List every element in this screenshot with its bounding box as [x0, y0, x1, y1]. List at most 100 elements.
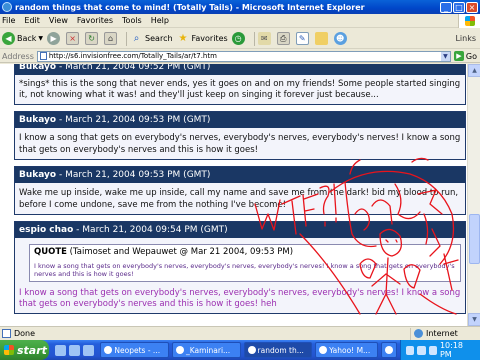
back-button[interactable]: ◀ Back ▼: [2, 32, 43, 45]
menu-view[interactable]: View: [49, 16, 68, 25]
go-label: Go: [465, 51, 477, 61]
security-zone: Internet: [410, 327, 480, 340]
refresh-icon: ↻: [85, 32, 99, 45]
edit-icon: ✎: [295, 32, 309, 45]
search-button[interactable]: ⌕ Search: [130, 32, 173, 45]
quicklaunch-ie-icon[interactable]: [55, 344, 67, 356]
menu-tools[interactable]: Tools: [122, 16, 142, 25]
post-author[interactable]: Bukayo: [19, 64, 56, 72]
clock[interactable]: 10:18 PM: [440, 341, 475, 359]
toolbar: ◀ Back ▼ ▶ × ↻ ⌂ ⌕ Search ★ Favorites ◷ …: [0, 29, 480, 49]
app-icon: [247, 346, 256, 354]
messenger-icon: ☻: [333, 32, 347, 45]
chevron-down-icon: ▼: [38, 35, 44, 42]
star-icon: ★: [178, 33, 188, 44]
tray-network-icon[interactable]: [405, 345, 415, 355]
title-bar[interactable]: random things that come to mind! (Totall…: [0, 0, 480, 14]
back-arrow-icon: ◀: [2, 32, 15, 45]
toolbar-divider: [253, 31, 255, 46]
start-button[interactable]: start: [0, 340, 50, 360]
scroll-down-icon[interactable]: ▼: [468, 313, 480, 326]
print-icon: ⎙: [276, 32, 290, 45]
status-text: Done: [14, 329, 36, 338]
post-date: March 21, 2004 09:53 PM (GMT): [65, 170, 211, 180]
ie-icon: [2, 2, 12, 12]
page-icon: [39, 52, 47, 60]
history-button[interactable]: ◷: [231, 32, 247, 45]
page-viewport[interactable]: Bukayo - March 21, 2004 09:52 PM (GMT) *…: [0, 64, 480, 326]
post-body: QUOTE (Taimoset and Wepauwet @ Mar 21 20…: [15, 238, 465, 313]
menu-favorites[interactable]: Favorites: [77, 16, 113, 25]
forum-thread: Bukayo - March 21, 2004 09:52 PM (GMT) *…: [14, 64, 466, 320]
menu-edit[interactable]: Edit: [24, 16, 40, 25]
mail-button[interactable]: ✉: [257, 32, 273, 45]
refresh-button[interactable]: ↻: [85, 32, 100, 45]
close-button[interactable]: ×: [466, 1, 478, 13]
folder-button[interactable]: [314, 32, 330, 45]
search-icon: ⌕: [133, 33, 140, 44]
post-author[interactable]: espio chao: [19, 225, 73, 235]
minimize-button[interactable]: _: [440, 1, 452, 13]
menu-file[interactable]: File: [2, 16, 15, 25]
page-done-icon: [2, 329, 11, 338]
taskbar-item[interactable]: [381, 342, 397, 358]
search-label: Search: [145, 34, 173, 43]
window-title: random things that come to mind! (Totall…: [15, 2, 365, 12]
forward-button[interactable]: ▶: [47, 32, 62, 45]
chevron-down-icon[interactable]: ▼: [440, 51, 450, 61]
address-bar: Address http://s6.invisionfree.com/Total…: [0, 50, 480, 63]
address-url: http://s6.invisionfree.com/Totally_Tails…: [48, 52, 217, 60]
post-author[interactable]: Bukayo: [19, 170, 56, 180]
post-author[interactable]: Bukayo: [19, 115, 56, 125]
forum-post: Bukayo - March 21, 2004 09:53 PM (GMT) I…: [14, 111, 466, 160]
reply-text: I know a song that gets on everybody's n…: [19, 288, 461, 309]
print-button[interactable]: ⎙: [276, 32, 292, 45]
window-controls: _ □ ×: [440, 1, 480, 13]
home-button[interactable]: ⌂: [104, 32, 119, 45]
quicklaunch-media-icon[interactable]: [83, 344, 95, 356]
post-body: *sings* this is the song that never ends…: [15, 75, 465, 104]
taskbar-item[interactable]: Neopets - ...: [100, 342, 169, 358]
vertical-scrollbar[interactable]: ▲ ▼: [467, 64, 480, 326]
edit-button[interactable]: ✎: [295, 32, 311, 45]
forum-post: espio chao - March 21, 2004 09:54 PM (GM…: [14, 221, 466, 314]
address-input[interactable]: http://s6.invisionfree.com/Totally_Tails…: [36, 50, 451, 62]
stop-icon: ×: [66, 32, 80, 45]
quote-box: QUOTE (Taimoset and Wepauwet @ Mar 21 20…: [29, 244, 461, 282]
post-date: March 21, 2004 09:54 PM (GMT): [82, 225, 228, 235]
menu-help[interactable]: Help: [151, 16, 169, 25]
start-label: start: [17, 343, 47, 357]
tray-antivirus-icon[interactable]: [428, 345, 437, 355]
home-icon: ⌂: [104, 32, 118, 45]
app-icon: [175, 346, 184, 354]
quick-launch: [55, 344, 95, 356]
taskbar-item[interactable]: Yahoo! M...: [315, 342, 378, 358]
task-label: Yahoo! M...: [329, 345, 371, 355]
quote-label: QUOTE: [34, 247, 67, 257]
toolbar-divider: [126, 31, 128, 46]
mail-icon: ✉: [257, 32, 271, 45]
windows-logo: [458, 13, 480, 28]
quicklaunch-desktop-icon[interactable]: [69, 344, 81, 356]
taskbar-item[interactable]: _Kaminari...: [171, 342, 241, 358]
forward-arrow-icon: ▶: [47, 32, 61, 45]
messenger-button[interactable]: ☻: [333, 32, 349, 45]
app-icon: [319, 346, 328, 354]
tray-volume-icon[interactable]: [417, 345, 426, 355]
taskbar-item-active[interactable]: random th...: [243, 342, 313, 358]
links-label[interactable]: Links: [455, 34, 476, 43]
scroll-thumb[interactable]: [469, 214, 480, 264]
go-button[interactable]: ▶ Go: [453, 51, 477, 61]
post-header: Bukayo - March 21, 2004 09:53 PM (GMT): [15, 167, 465, 183]
quote-header: QUOTE (Taimoset and Wepauwet @ Mar 21 20…: [30, 245, 460, 260]
windows-flag-icon: [4, 345, 14, 355]
stop-button[interactable]: ×: [66, 32, 81, 45]
go-arrow-icon: ▶: [453, 51, 464, 61]
favorites-button[interactable]: ★ Favorites: [177, 32, 228, 45]
maximize-button[interactable]: □: [453, 1, 465, 13]
post-header: Bukayo - March 21, 2004 09:52 PM (GMT): [15, 64, 465, 75]
quote-meta: (Taimoset and Wepauwet @ Mar 21 2004, 09…: [69, 247, 294, 257]
address-label: Address: [2, 51, 34, 61]
post-date: March 21, 2004 09:53 PM (GMT): [65, 115, 211, 125]
scroll-up-icon[interactable]: ▲: [468, 64, 480, 77]
